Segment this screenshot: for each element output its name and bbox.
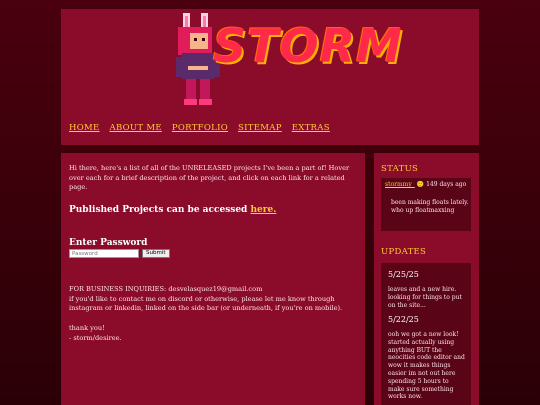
published-projects-line: Published Projects can be accessed here. bbox=[69, 204, 276, 217]
updates-heading: UPDATES bbox=[381, 247, 427, 257]
business-inquiries: FOR BUSINESS INQUIRIES: desvelasquez19@g… bbox=[69, 285, 361, 314]
status-box: stormmy_ 🙂 149 days ago been making floa… bbox=[381, 178, 471, 231]
nav-home[interactable]: HOME bbox=[69, 123, 100, 133]
main-nav: HOME ABOUT ME PORTFOLIO SITEMAP EXTRAS bbox=[69, 123, 330, 133]
update-date: 5/22/25 bbox=[388, 315, 419, 324]
contact-info-line: if you'd like to contact me on discord o… bbox=[69, 294, 343, 313]
signoff-block: thank you! - storm/desiree. bbox=[69, 324, 122, 343]
updates-box[interactable]: 5/25/25 leaves and a new hire. looking f… bbox=[381, 263, 471, 405]
published-label: Published Projects can be accessed bbox=[69, 205, 248, 215]
nav-extras[interactable]: EXTRAS bbox=[292, 123, 330, 133]
update-date: 5/25/25 bbox=[388, 270, 419, 279]
storm-logo-text: STORM bbox=[213, 19, 403, 73]
update-text: ooh we got a new look! started actually … bbox=[388, 331, 465, 401]
character-face bbox=[190, 33, 208, 49]
nav-about-me[interactable]: ABOUT ME bbox=[110, 123, 162, 133]
status-message: been making floats lately. who up floatm… bbox=[391, 199, 469, 214]
password-form: Submit bbox=[69, 249, 170, 258]
submit-button[interactable]: Submit bbox=[142, 249, 170, 258]
sidebar-panel: STATUS stormmy_ 🙂 149 days ago been maki… bbox=[374, 153, 479, 405]
status-emoji-icon: 🙂 bbox=[416, 181, 425, 188]
character-legs bbox=[186, 79, 196, 101]
status-username[interactable]: stormmy_ bbox=[385, 181, 415, 188]
signoff-text: - storm/desiree. bbox=[69, 333, 122, 342]
status-meta: stormmy_ 🙂 149 days ago bbox=[385, 181, 469, 189]
status-heading: STATUS bbox=[381, 164, 419, 174]
business-email-line: FOR BUSINESS INQUIRIES: desvelasquez19@g… bbox=[69, 285, 263, 293]
nav-sitemap[interactable]: SITEMAP bbox=[238, 123, 282, 133]
published-link[interactable]: here. bbox=[251, 205, 277, 215]
thanks-text: thank you! bbox=[69, 324, 105, 332]
status-time: 149 days ago bbox=[426, 181, 467, 188]
password-input[interactable] bbox=[69, 249, 139, 258]
update-text: leaves and a new hire. looking for thing… bbox=[388, 286, 462, 309]
main-content-panel: Hi there, here's a list of all of the UN… bbox=[61, 153, 365, 405]
intro-text: Hi there, here's a list of all of the UN… bbox=[69, 164, 350, 192]
nav-portfolio[interactable]: PORTFOLIO bbox=[172, 123, 228, 133]
